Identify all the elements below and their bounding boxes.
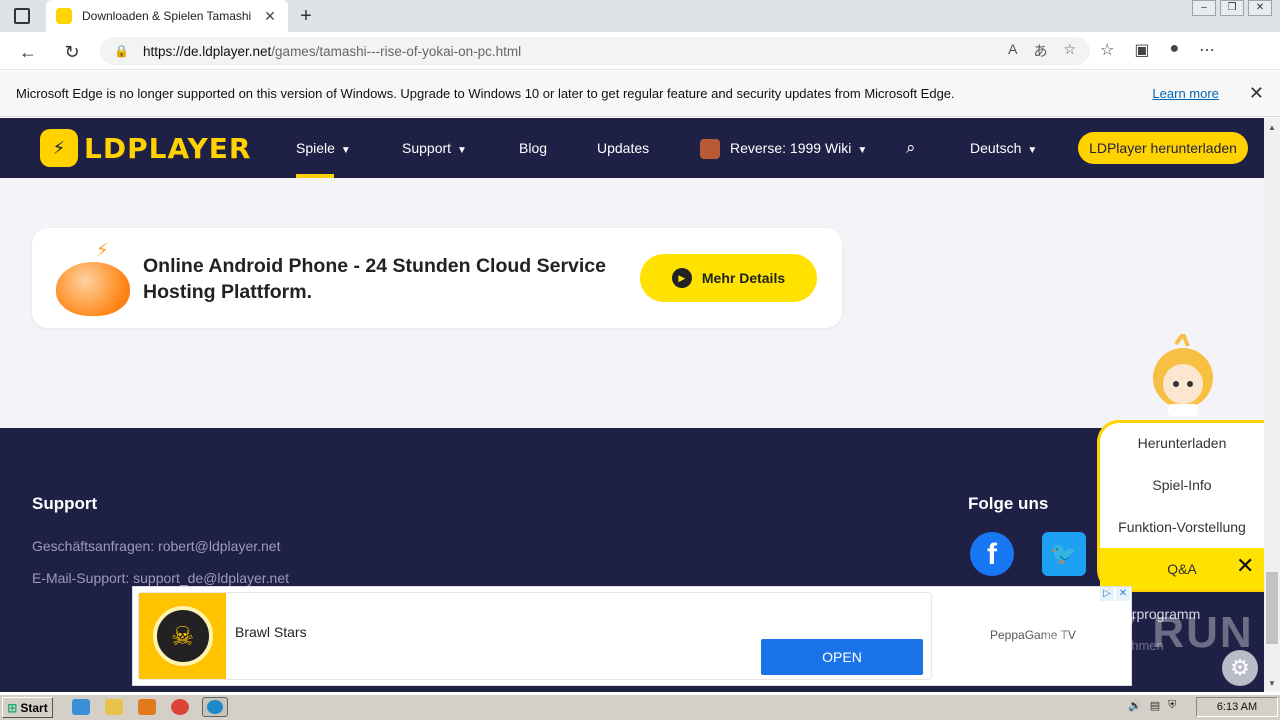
play-icon: ▶: [671, 268, 692, 288]
close-tab-icon[interactable]: ✕: [262, 8, 278, 25]
nav-game-wiki[interactable]: Reverse: 1999 Wiki ▼: [700, 138, 868, 160]
support-email-link[interactable]: E-Mail-Support: support_de@ldplayer.net: [32, 570, 289, 586]
chrome-icon[interactable]: [171, 699, 189, 715]
edge-icon: [207, 700, 223, 714]
promo-headline: Online Android Phone - 24 Stunden Cloud …: [143, 255, 606, 303]
ie-icon[interactable]: [72, 699, 90, 715]
minimize-icon[interactable]: –: [1192, 0, 1216, 16]
chevron-down-icon: ▼: [457, 145, 467, 156]
favorites-icon[interactable]: ☆: [1100, 40, 1114, 60]
window-controls: – ❐ ✕: [1192, 0, 1272, 18]
volume-icon[interactable]: 🔊: [1128, 699, 1142, 712]
close-infobar-icon[interactable]: ✕: [1249, 83, 1264, 104]
windows-logo-icon: ⊞: [7, 700, 18, 715]
nav-updates[interactable]: Updates: [597, 138, 649, 158]
side-menu-features[interactable]: Funktion-Vorstellung: [1100, 506, 1264, 548]
twitter-icon[interactable]: 🐦: [1042, 532, 1086, 576]
browser-tab[interactable]: Downloaden & Spielen Tamashi ✕: [46, 0, 288, 32]
learn-more-link[interactable]: Learn more: [1152, 86, 1218, 101]
business-email-link[interactable]: Geschäftsanfragen: robert@ldplayer.net: [32, 538, 280, 554]
language-select[interactable]: Deutsch ▼: [970, 138, 1037, 158]
mascot-character-icon[interactable]: [1146, 334, 1220, 418]
ad-app-name: Brawl Stars: [235, 624, 307, 640]
chevron-down-icon: ▼: [340, 145, 351, 156]
facebook-icon[interactable]: f: [970, 532, 1014, 576]
start-button[interactable]: ⊞ Start: [2, 697, 53, 718]
side-menu-download[interactable]: Herunterladen: [1100, 422, 1264, 464]
network-icon[interactable]: ▤: [1150, 699, 1160, 712]
adchoices-icon[interactable]: ▷: [1100, 587, 1114, 601]
url-path: /games/tamashi---rise-of-yokai-on-pc.htm…: [271, 43, 522, 59]
ad-open-button[interactable]: OPEN: [761, 639, 923, 675]
browser-toolbar-icons: ☆ ▣ ● ⋯: [1100, 40, 1215, 60]
tab-title: Downloaden & Spielen Tamashi: [82, 9, 252, 23]
add-favorite-icon[interactable]: ☆: [1063, 41, 1076, 61]
follow-us-heading: Folge uns: [968, 494, 1049, 513]
anyrun-watermark: ANY RUN: [1040, 608, 1254, 657]
tab-actions-icon[interactable]: [14, 8, 30, 24]
windows-taskbar: [0, 694, 1280, 720]
logo-text: LDPLAYER: [84, 131, 252, 165]
nav-support[interactable]: Support ▼: [402, 138, 467, 158]
unsupported-browser-infobar: Microsoft Edge is no longer supported on…: [0, 71, 1280, 117]
restore-icon[interactable]: ❐: [1220, 0, 1244, 16]
more-menu-icon[interactable]: ⋯: [1199, 40, 1215, 60]
scroll-up-icon[interactable]: ▲: [1264, 120, 1280, 136]
collections-icon[interactable]: ▣: [1134, 40, 1149, 60]
scroll-down-icon[interactable]: ▼: [1264, 676, 1280, 692]
ldplayer-favicon-icon: [56, 8, 72, 24]
side-menu-game-info[interactable]: Spiel-Info: [1100, 464, 1264, 506]
mascot-blob-icon: [56, 262, 130, 316]
infobar-message: Microsoft Edge is no longer supported on…: [16, 86, 955, 101]
download-button[interactable]: LDPlayer herunterladen: [1078, 132, 1248, 164]
close-window-icon[interactable]: ✕: [1248, 0, 1272, 16]
url-host: https://de.ldplayer.net: [142, 43, 272, 59]
footer-support-heading: Support: [32, 494, 98, 513]
system-tray: 🔊 ▤ ⛨: [1128, 699, 1176, 712]
settings-gear-icon[interactable]: ⚙: [1222, 650, 1258, 686]
taskbar-clock[interactable]: 6:13 AM: [1196, 697, 1278, 717]
security-icon[interactable]: ⛨: [1168, 699, 1176, 712]
chevron-down-icon: ▼: [1027, 145, 1038, 156]
chevron-down-icon: ▼: [857, 145, 868, 156]
scroll-thumb[interactable]: [1266, 572, 1278, 644]
game-thumbnail-icon: [700, 139, 720, 160]
skull-icon: ☠: [152, 606, 213, 666]
new-tab-button[interactable]: +: [294, 4, 318, 28]
media-player-icon[interactable]: [138, 699, 156, 715]
url-field[interactable]: 🔒 https://de.ldplayer.net/games/tamashi-…: [100, 37, 1090, 65]
nav-spiele[interactable]: Spiele ▼: [296, 138, 351, 158]
ldplayer-logo[interactable]: ⚡ LDPLAYER: [40, 128, 251, 168]
read-aloud-icon[interactable]: A: [1008, 41, 1017, 61]
more-details-button[interactable]: ▶ Mehr Details: [640, 254, 817, 302]
ldplayer-logo-icon: ⚡: [40, 129, 78, 167]
refresh-icon[interactable]: ↻: [60, 40, 84, 64]
profile-avatar-icon[interactable]: ●: [1169, 40, 1179, 60]
search-icon[interactable]: ⌕: [906, 138, 916, 158]
brawl-stars-app-icon[interactable]: ☠: [139, 593, 226, 679]
explorer-folder-icon[interactable]: [105, 699, 123, 715]
translate-icon[interactable]: あ: [1033, 41, 1047, 61]
nav-blog[interactable]: Blog: [519, 138, 547, 158]
ad-controls: ▷ ✕: [1100, 587, 1130, 601]
close-ad-icon[interactable]: ✕: [1116, 587, 1130, 601]
back-icon[interactable]: ←: [16, 40, 40, 64]
close-side-menu-icon[interactable]: ✕: [1236, 553, 1254, 579]
lightning-icon: ⚡: [96, 240, 109, 260]
lock-icon[interactable]: 🔒: [114, 44, 129, 58]
